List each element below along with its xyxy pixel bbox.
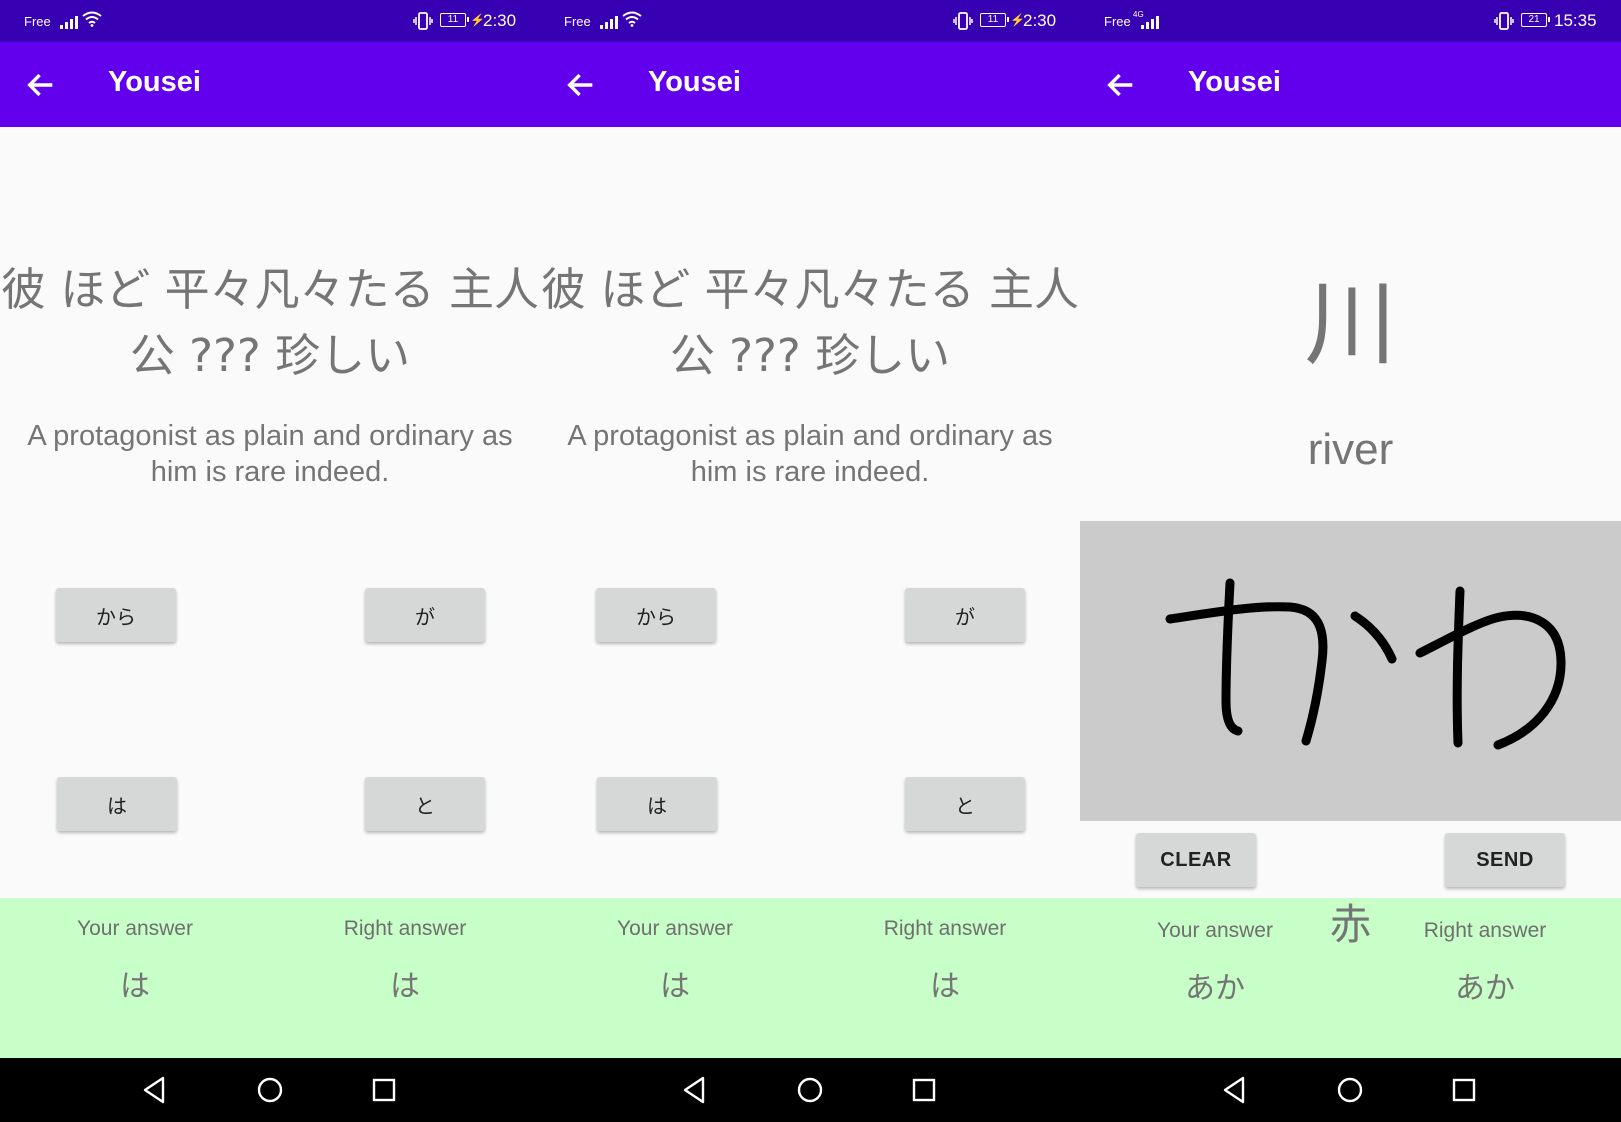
navigation-bar [1080, 1058, 1621, 1122]
clear-button[interactable]: CLEAR [1136, 833, 1256, 887]
quiz-screen-2: Free 11 ⚡ 2:30 Yousei 彼 ほど 平々凡々たる 主人公 ??… [540, 0, 1080, 1122]
status-bar: Free 11 ⚡ 2:30 [0, 0, 540, 42]
nav-recents-icon[interactable] [368, 1074, 400, 1106]
status-bar: Free 11 ⚡ 2:30 [540, 0, 1080, 42]
nav-recents-icon[interactable] [908, 1074, 940, 1106]
right-answer-label: Right answer [883, 917, 1007, 940]
your-answer-label: Your answer [617, 917, 733, 940]
wifi-icon [82, 11, 102, 27]
choice-button-ga[interactable]: が [365, 588, 485, 642]
answer-panel: Your answer は Right answer は [540, 898, 1080, 1058]
app-bar: Yousei [1080, 42, 1621, 127]
choice-button-ga[interactable]: が [905, 588, 1025, 642]
choice-button-wa[interactable]: は [57, 777, 177, 831]
choice-button-to[interactable]: と [905, 777, 1025, 831]
back-arrow-icon[interactable] [24, 68, 58, 102]
choice-button-kara[interactable]: から [56, 588, 176, 642]
app-bar: Yousei [540, 42, 1080, 127]
send-button[interactable]: SEND [1445, 833, 1565, 887]
carrier-label: Free [1104, 14, 1131, 29]
handwriting-screen: Free 4G 21 15:35 Yousei 川 river CLEAR SE… [1080, 0, 1621, 1122]
japanese-sentence: 彼 ほど 平々凡々たる 主人公 ??? 珍しい [541, 263, 1079, 382]
right-answer-value: は [930, 969, 960, 1004]
vibrate-icon [1494, 12, 1514, 30]
english-translation: A protagonist as plain and ordinary as h… [567, 420, 1053, 488]
signal-icon [600, 13, 620, 29]
choice-button-wa[interactable]: は [597, 777, 717, 831]
battery-icon: 21 [1521, 13, 1550, 27]
back-arrow-icon[interactable] [564, 68, 598, 102]
kanji-character: 川 [1304, 271, 1397, 378]
answer-panel: Your answer は Right answer は [0, 898, 540, 1058]
nav-recents-icon[interactable] [1448, 1074, 1480, 1106]
kanji-meaning: river [1307, 425, 1394, 474]
vibrate-icon [953, 12, 973, 30]
navigation-bar [0, 1058, 540, 1122]
wifi-icon [622, 11, 642, 27]
battery-icon: 11 [440, 13, 469, 27]
carrier-label: Free [24, 14, 51, 29]
your-answer-value: は [660, 969, 690, 1004]
nav-back-icon[interactable] [679, 1074, 711, 1106]
battery-icon: 11 [980, 13, 1009, 27]
clock: 15:35 [1554, 11, 1597, 30]
clock: 2:30 [1023, 11, 1057, 30]
previous-kanji: 赤 [1329, 900, 1372, 949]
your-answer-label: Your answer [77, 917, 193, 940]
your-answer-value: は [120, 969, 150, 1004]
status-bar: Free 4G 21 15:35 [1080, 0, 1621, 42]
app-title: Yousei [108, 66, 201, 98]
nav-home-icon[interactable] [254, 1074, 286, 1106]
navigation-bar [540, 1058, 1080, 1122]
app-title: Yousei [648, 66, 741, 98]
app-bar: Yousei [0, 42, 540, 127]
your-answer-value: あか [1185, 971, 1245, 1006]
carrier-label: Free [564, 14, 591, 29]
english-translation: A protagonist as plain and ordinary as h… [27, 420, 513, 488]
clock: 2:30 [483, 11, 517, 30]
nav-back-icon[interactable] [1219, 1074, 1251, 1106]
right-answer-value: は [390, 969, 420, 1004]
vibrate-icon [413, 12, 433, 30]
japanese-sentence: 彼 ほど 平々凡々たる 主人公 ??? 珍しい [1, 263, 539, 382]
right-answer-label: Right answer [343, 917, 467, 940]
nav-home-icon[interactable] [1334, 1074, 1366, 1106]
app-title: Yousei [1188, 66, 1281, 98]
back-arrow-icon[interactable] [1104, 68, 1138, 102]
nav-home-icon[interactable] [794, 1074, 826, 1106]
right-answer-value: あか [1455, 971, 1515, 1006]
choice-button-kara[interactable]: から [596, 588, 716, 642]
quiz-screen-1: Free 11 ⚡ 2:30 Yousei 彼 ほど 平々凡々たる 主人公 ??… [0, 0, 540, 1122]
handwritten-strokes [1165, 578, 1566, 750]
drawing-canvas[interactable] [1080, 521, 1621, 821]
nav-back-icon[interactable] [139, 1074, 171, 1106]
signal-icon [60, 13, 80, 29]
signal-icon [1141, 13, 1161, 29]
choice-button-to[interactable]: と [365, 777, 485, 831]
